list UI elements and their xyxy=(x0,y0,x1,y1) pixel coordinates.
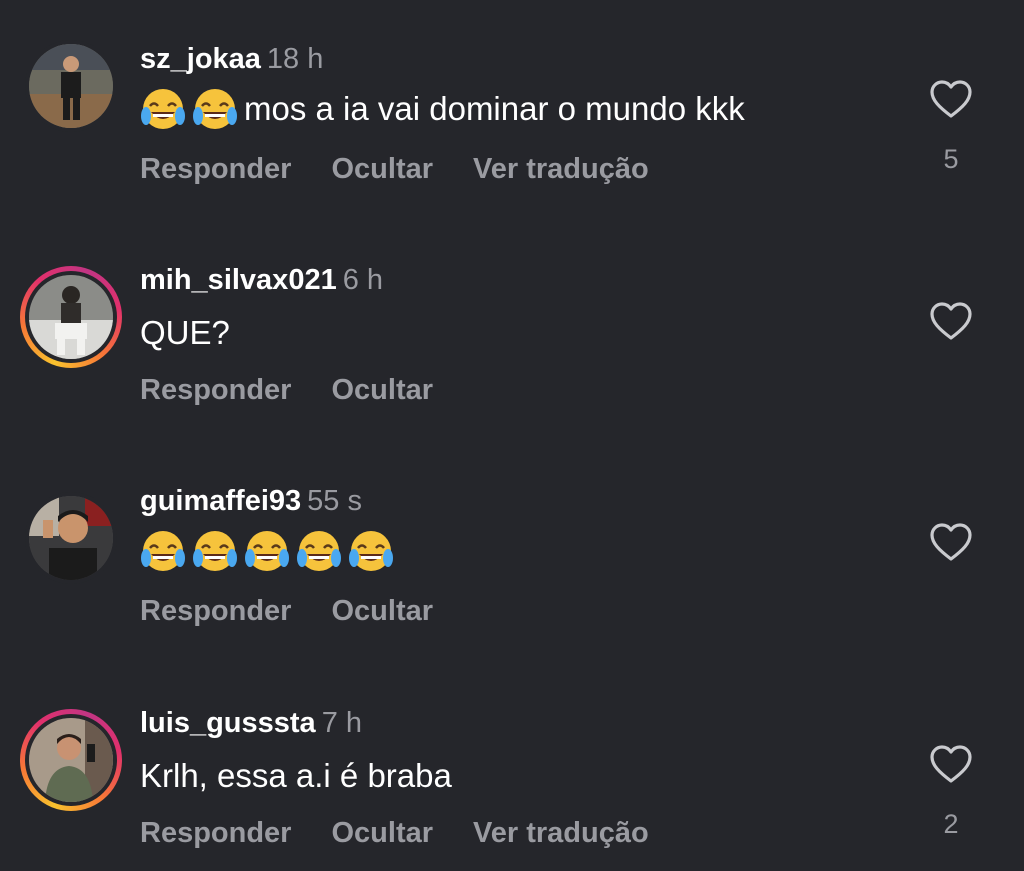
heart-outline-icon[interactable] xyxy=(929,79,973,119)
face-with-tears-of-joy-icon xyxy=(192,528,238,574)
avatar-photo xyxy=(29,496,113,580)
avatar-photo xyxy=(29,44,113,128)
comment-timestamp: 7 h xyxy=(321,707,363,739)
avatar[interactable] xyxy=(20,487,122,589)
comment-timestamp: 55 s xyxy=(307,485,362,517)
reply-button[interactable]: Responder xyxy=(140,817,291,849)
face-with-tears-of-joy-icon xyxy=(192,86,238,132)
comment-timestamp: 6 h xyxy=(342,264,384,296)
comment-item: luis_gusssta 7 h Krlh, essa a.i é braba R… xyxy=(0,664,1024,864)
comment-username[interactable]: mih_silvax021 xyxy=(140,264,337,296)
heart-outline-icon[interactable] xyxy=(929,744,973,784)
comment-text: Krlh, essa a.i é braba xyxy=(140,756,452,796)
comment-username[interactable]: sz_jokaa xyxy=(140,43,261,75)
comment-timestamp: 18 h xyxy=(266,43,324,75)
heart-outline-icon[interactable] xyxy=(929,522,973,562)
avatar-photo xyxy=(29,718,113,802)
like-count: 5 xyxy=(943,144,959,174)
hide-button[interactable]: Ocultar xyxy=(331,595,433,627)
comment-username[interactable]: luis_gusssta xyxy=(140,707,316,739)
comment-actions: Responder Ocultar Ver tradução xyxy=(140,817,689,850)
comment-item: mih_silvax021 6 h QUE? Responder Ocultar xyxy=(0,221,1024,421)
reply-button[interactable]: Responder xyxy=(140,153,291,185)
comment-text: QUE? xyxy=(140,313,230,353)
face-with-tears-of-joy-icon xyxy=(140,528,186,574)
reply-button[interactable]: Responder xyxy=(140,595,291,627)
avatar[interactable] xyxy=(20,35,122,137)
comment-text-content: Krlh, essa a.i é braba xyxy=(140,757,452,794)
like-count: 2 xyxy=(943,809,959,839)
translate-button[interactable]: Ver tradução xyxy=(473,153,649,185)
avatar[interactable] xyxy=(20,709,122,811)
comment-text-content: mos a ia vai dominar o mundo kkk xyxy=(244,90,745,127)
hide-button[interactable]: Ocultar xyxy=(331,153,433,185)
translate-button[interactable]: Ver tradução xyxy=(473,817,649,849)
reply-button[interactable]: Responder xyxy=(140,374,291,406)
face-with-tears-of-joy-icon xyxy=(296,528,342,574)
comment-item: sz_jokaa 18 h mos a ia vai dominar o mund… xyxy=(0,0,1024,200)
heart-outline-icon[interactable] xyxy=(929,301,973,341)
avatar-photo xyxy=(29,275,113,359)
comment-actions: Responder Ocultar Ver tradução xyxy=(140,153,689,186)
comments-list: sz_jokaa 18 h mos a ia vai dominar o mund… xyxy=(0,0,1024,871)
avatar[interactable] xyxy=(20,266,122,368)
comment-text-content: QUE? xyxy=(140,314,230,351)
face-with-tears-of-joy-icon xyxy=(244,528,290,574)
face-with-tears-of-joy-icon xyxy=(348,528,394,574)
comment-actions: Responder Ocultar xyxy=(140,374,473,407)
face-with-tears-of-joy-icon xyxy=(140,86,186,132)
comment-actions: Responder Ocultar xyxy=(140,595,473,628)
comment-username[interactable]: guimaffei93 xyxy=(140,485,301,517)
comment-text: mos a ia vai dominar o mundo kkk xyxy=(140,86,745,132)
hide-button[interactable]: Ocultar xyxy=(331,374,433,406)
hide-button[interactable]: Ocultar xyxy=(331,817,433,849)
comment-text xyxy=(140,528,400,574)
comment-item: guimaffei93 55 s Responder Ocultar xyxy=(0,442,1024,642)
